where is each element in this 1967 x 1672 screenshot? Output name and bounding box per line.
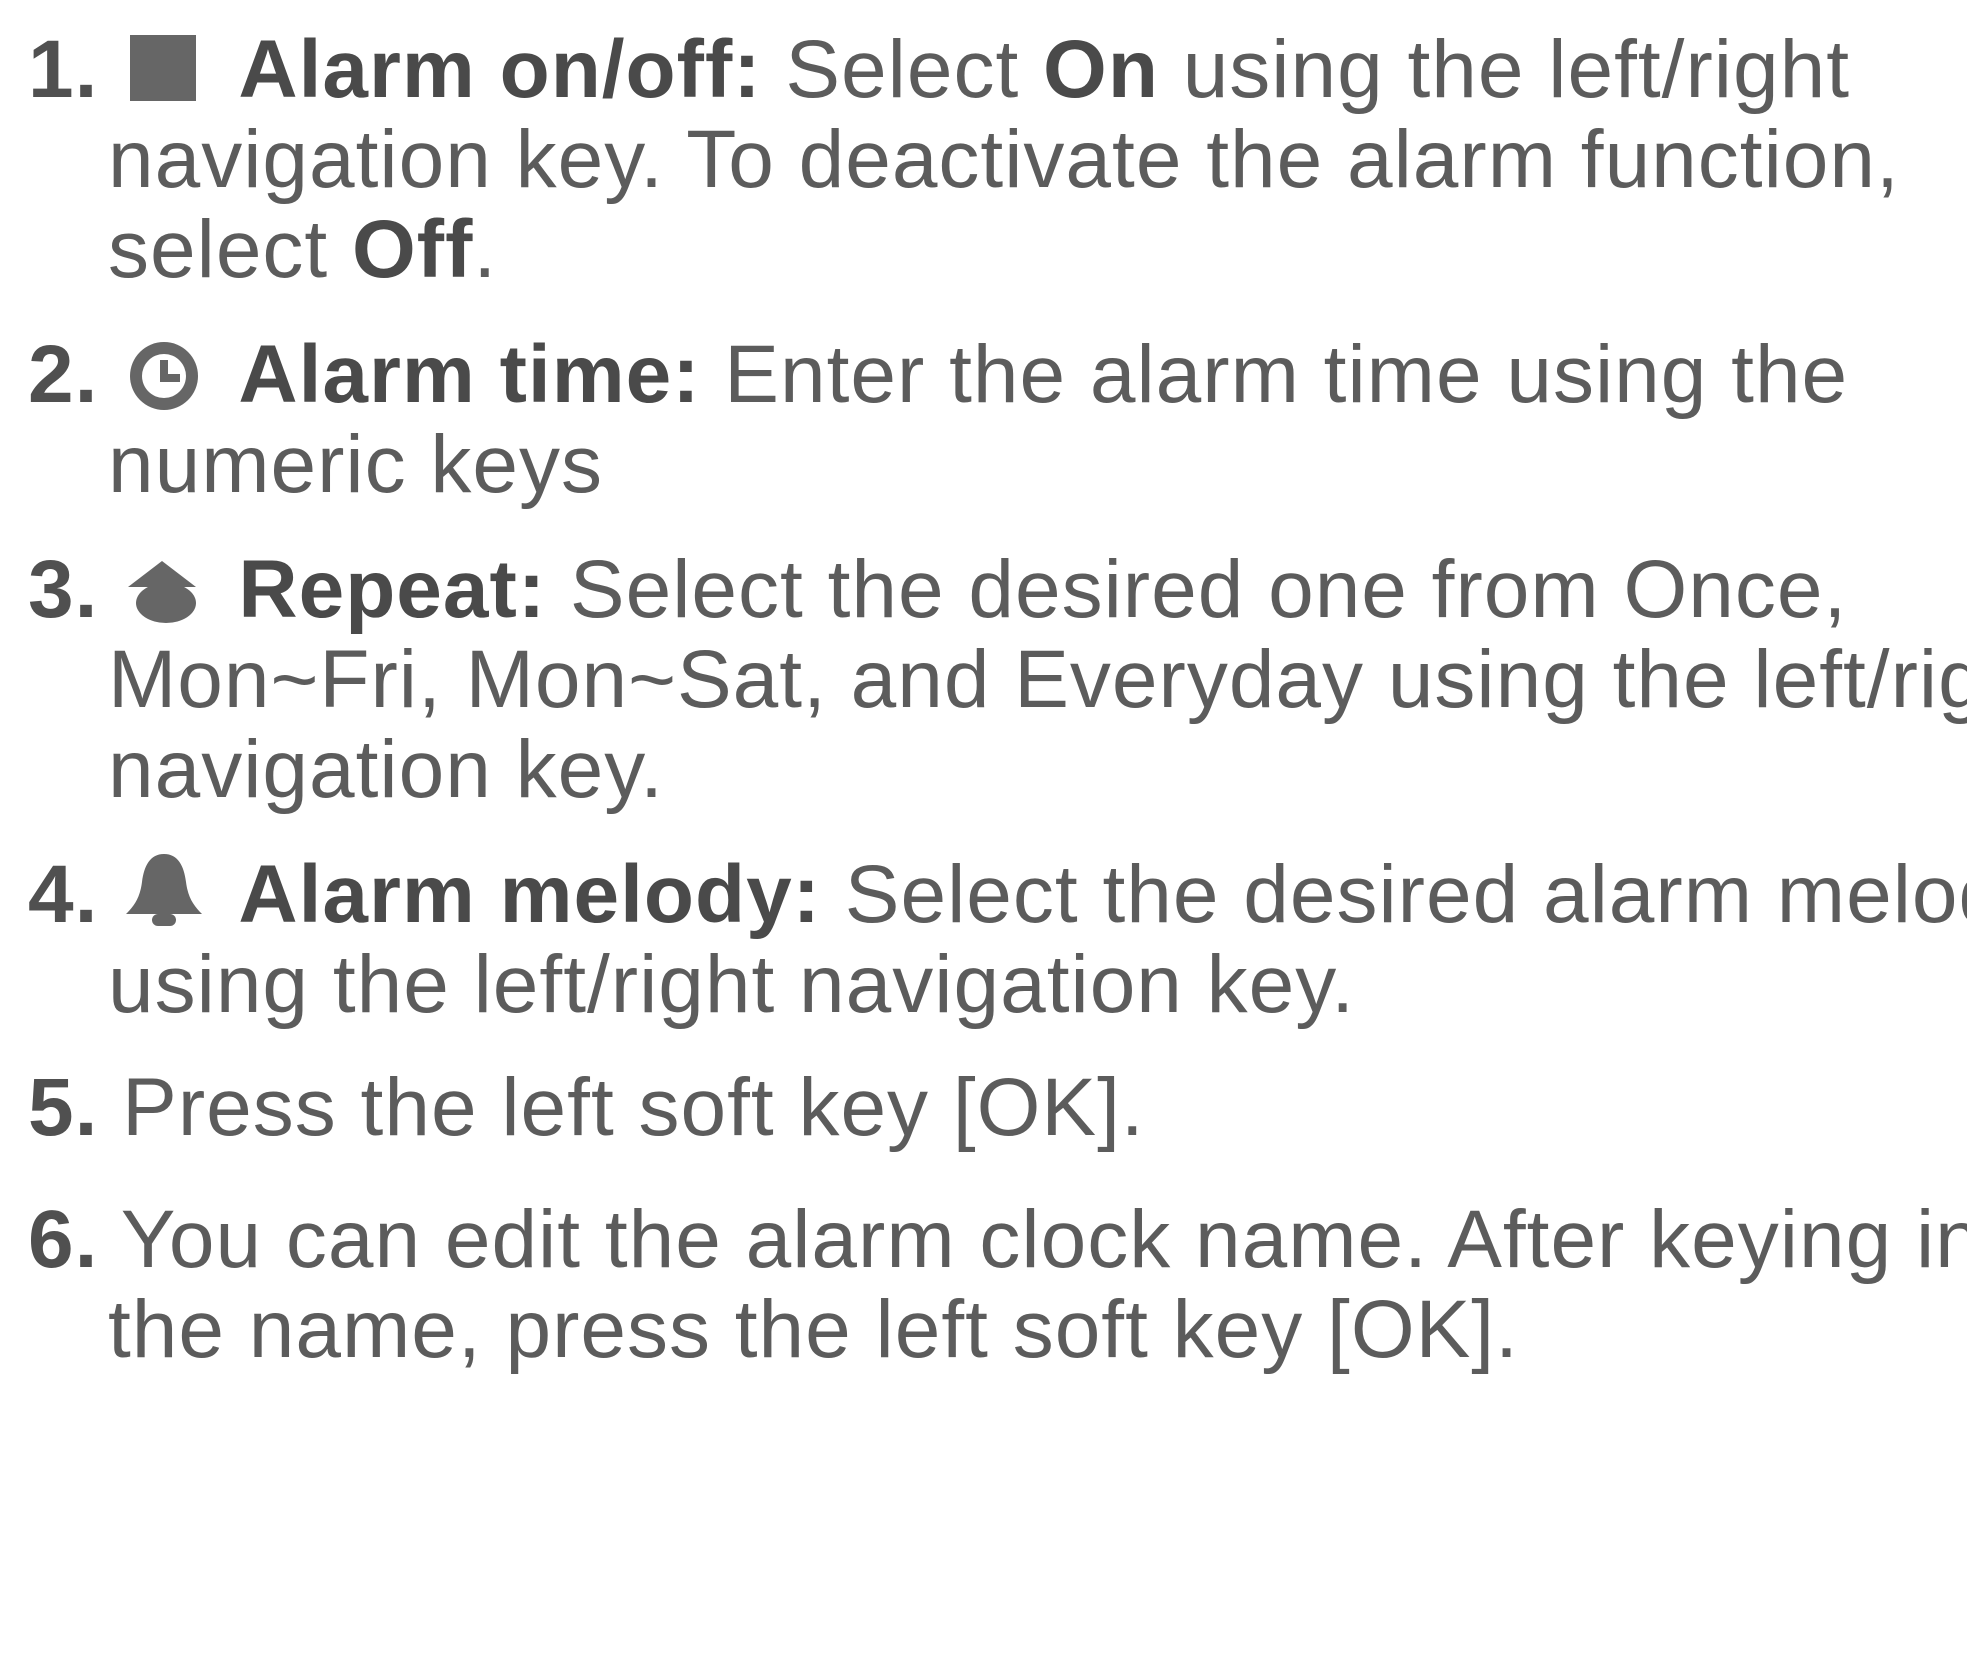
step-1-line-3: select Off. — [108, 200, 497, 300]
step-3-line-3: navigation key. — [108, 720, 664, 820]
step-3-number: 3. — [28, 544, 99, 635]
step-3-text-c: navigation key. — [108, 724, 664, 815]
step-2-text-a: Enter the alarm time using the — [700, 329, 1849, 420]
step-5-text: Press the left soft key [OK]. — [98, 1062, 1145, 1153]
step-6-line-1: 6. You can edit the alarm clock name. Af… — [28, 1190, 1967, 1290]
alarm-on-off-icon — [124, 27, 212, 107]
step-4-line-1: 4. Alarm melody: Select the desired alarm… — [28, 845, 1967, 945]
clock-icon — [124, 332, 212, 412]
step-4-label: Alarm melody: — [238, 849, 821, 940]
step-1-label: Alarm on/off: — [238, 24, 762, 115]
step-2-label: Alarm time: — [238, 329, 701, 420]
step-4-text-b: using the left/right navigation key. — [108, 939, 1355, 1030]
step-4-line-2: using the left/right navigation key. — [108, 935, 1355, 1035]
step-1-text-e: . — [473, 204, 498, 295]
step-3-line-2: Mon~Fri, Mon~Sat, and Everyday using the… — [108, 630, 1967, 730]
step-6-text-b: the name, press the left soft key [OK]. — [108, 1284, 1519, 1375]
step-6-number: 6. — [28, 1194, 99, 1285]
repeat-icon — [124, 547, 212, 627]
step-4-text-a: Select the desired alarm melody — [821, 849, 1967, 940]
step-6-line-2: the name, press the left soft key [OK]. — [108, 1280, 1519, 1380]
step-3-text-b: Mon~Fri, Mon~Sat, and Everyday using the… — [108, 634, 1967, 725]
step-3-label: Repeat: — [238, 544, 547, 635]
step-5-number: 5. — [28, 1062, 99, 1153]
step-1-on: On — [1043, 24, 1159, 115]
step-2-line-1: 2. Alarm time: Enter the alarm time using… — [28, 325, 1848, 425]
step-4-number: 4. — [28, 849, 99, 940]
step-1-text-b: using the left/right — [1158, 24, 1850, 115]
step-2-number: 2. — [28, 329, 99, 420]
step-1-line-2: navigation key. To deactivate the alarm … — [108, 110, 1900, 210]
step-1-line-1: 1. Alarm on/off: Select On using the left… — [28, 20, 1850, 120]
step-3-text-a: Select the desired one from Once, — [546, 544, 1848, 635]
step-3-line-1: 3. Repeat: Select the desired one from On… — [28, 540, 1847, 640]
step-1-text-d: select — [108, 204, 352, 295]
step-1-text-c: navigation key. To deactivate the alarm … — [108, 114, 1900, 205]
step-1-off: Off — [352, 204, 474, 295]
bell-icon — [124, 852, 212, 932]
step-5-line-1: 5. Press the left soft key [OK]. — [28, 1058, 1145, 1158]
step-1-text-a: Select — [761, 24, 1044, 115]
step-6-text-a: You can edit the alarm clock name. After… — [98, 1194, 1967, 1285]
manual-page: 1. Alarm on/off: Select On using the left… — [0, 0, 1967, 1672]
step-1-number: 1. — [28, 24, 99, 115]
step-2-text-b: numeric keys — [108, 419, 604, 510]
step-2-line-2: numeric keys — [108, 415, 603, 515]
